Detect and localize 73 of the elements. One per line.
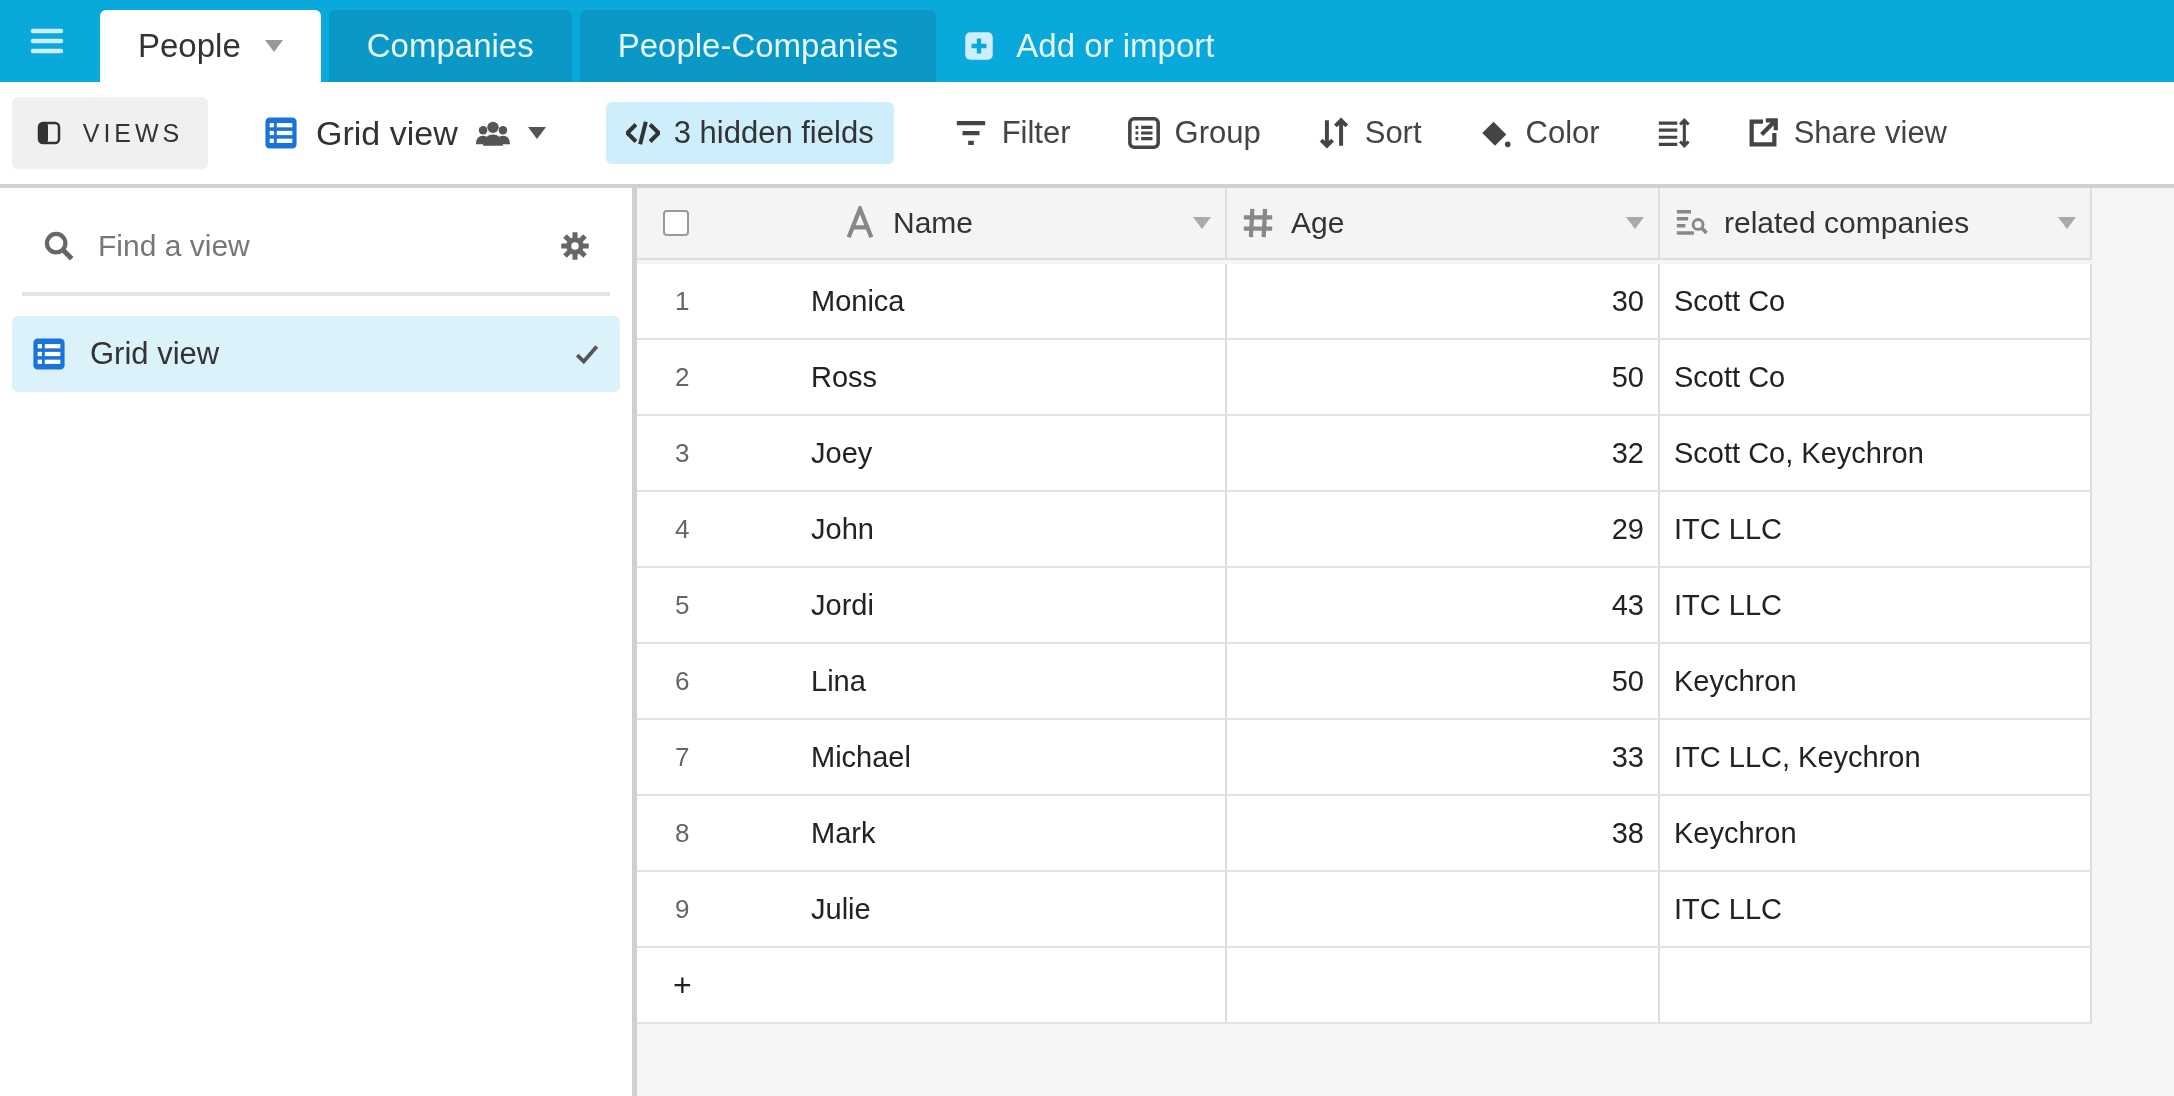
name-text: Lina <box>811 664 866 698</box>
companies-text: Scott Co, Keychron <box>1674 436 1924 470</box>
tab-label: People <box>138 27 241 65</box>
row-number: 4 <box>674 513 691 545</box>
grid-icon <box>264 116 298 150</box>
plus-icon <box>964 31 995 61</box>
name-text: Jordi <box>811 588 874 622</box>
column-header[interactable]: Age <box>1227 188 1660 260</box>
companies-text: Keychron <box>1674 816 1797 850</box>
settings-icon <box>560 231 590 261</box>
sidebar-icon <box>36 121 61 145</box>
add-row-cell[interactable]: + <box>637 948 1227 1024</box>
companies-text: ITC LLC <box>1674 892 1782 926</box>
row-number: 3 <box>674 437 691 469</box>
name-text: Mark <box>811 816 876 850</box>
column-label: Name <box>893 206 974 240</box>
views-button[interactable]: VIEWS <box>12 97 208 169</box>
age-text: 50 <box>1611 360 1644 394</box>
age-text: 50 <box>1611 664 1644 698</box>
age-text: 30 <box>1611 284 1644 318</box>
color-button[interactable]: Color <box>1457 102 1620 164</box>
companies-text: ITC LLC, Keychron <box>1674 740 1921 774</box>
row-number: 7 <box>674 741 691 773</box>
caret-icon <box>527 127 546 139</box>
tab-label: Companies <box>366 27 534 65</box>
row-number: 5 <box>674 589 691 621</box>
search-icon <box>42 229 76 263</box>
companies-text: Keychron <box>1674 664 1797 698</box>
column-header[interactable]: related companies <box>1660 188 2092 260</box>
caret-icon <box>1626 217 1644 229</box>
name-text: Julie <box>811 892 871 926</box>
caret-icon <box>264 40 283 52</box>
age-text: 29 <box>1611 512 1644 546</box>
view-label: Grid view <box>90 336 220 372</box>
hash-icon <box>1241 206 1275 240</box>
companies-text: ITC LLC <box>1674 588 1782 622</box>
companies-text: Scott Co <box>1674 284 1786 318</box>
name-text: Joey <box>811 436 873 470</box>
row-number: 1 <box>674 285 691 317</box>
add-row-plus[interactable]: + <box>673 966 692 1004</box>
caret-icon <box>2058 217 2076 229</box>
row-number: 9 <box>674 893 691 925</box>
age-text: 43 <box>1611 588 1644 622</box>
companies-text: Scott Co <box>1674 360 1786 394</box>
row-number: 6 <box>674 665 691 697</box>
name-text: Monica <box>811 284 905 318</box>
name-text: John <box>811 512 874 546</box>
name-text: Ross <box>811 360 878 394</box>
row-number: 8 <box>674 817 691 849</box>
name-text: Michael <box>811 740 911 774</box>
age-text: 33 <box>1611 740 1644 774</box>
tab-label: People-Companies <box>617 27 899 65</box>
find-view-field[interactable]: Find a view <box>96 228 540 264</box>
menu-icon[interactable] <box>30 27 64 55</box>
companies-text: ITC LLC <box>1674 512 1782 546</box>
filter-button[interactable]: Filter <box>933 102 1091 164</box>
view-switcher[interactable]: Grid view <box>264 113 546 153</box>
column-label: Age <box>1291 206 1345 240</box>
select-all-checkbox[interactable] <box>663 210 689 236</box>
share-view-button[interactable]: Share view <box>1725 102 1967 164</box>
age-text: 32 <box>1611 436 1644 470</box>
list-box-icon <box>1126 116 1161 150</box>
table-tab[interactable]: People <box>100 10 321 82</box>
group-button[interactable]: Group <box>1106 102 1281 164</box>
column-label: related companies <box>1724 206 1970 240</box>
grid-icon <box>32 337 66 371</box>
column-header[interactable]: Name <box>637 188 1227 260</box>
view-list-item[interactable]: Grid view <box>12 316 620 392</box>
row-number: 2 <box>674 361 691 393</box>
caret-icon <box>1193 217 1211 229</box>
sort-button[interactable]: Sort <box>1296 102 1442 164</box>
hidden-fields-button[interactable]: 3 hidden fields <box>605 102 894 164</box>
age-text: 38 <box>1611 816 1644 850</box>
